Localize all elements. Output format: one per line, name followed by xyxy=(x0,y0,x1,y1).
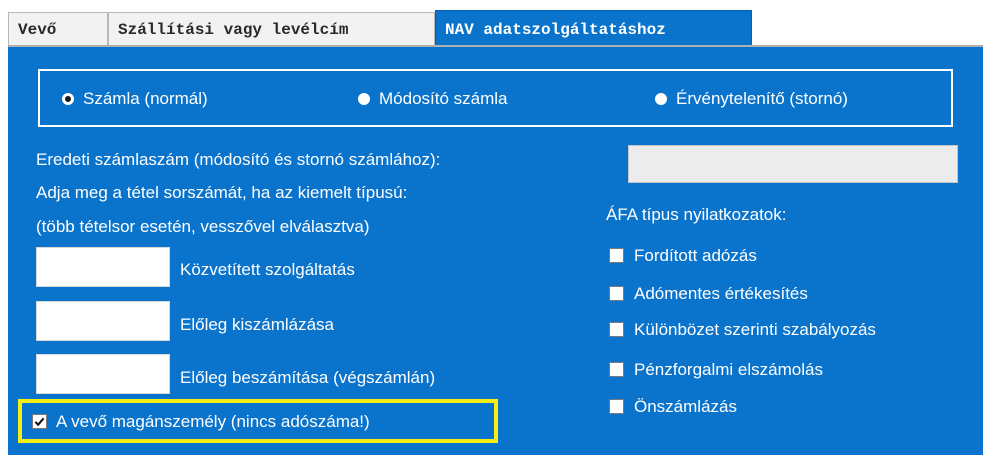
intermediated-service-label: Közvetített szolgáltatás xyxy=(180,260,355,279)
radio-invoice-normal[interactable]: Számla (normál) xyxy=(62,89,208,109)
margin-scheme-checkbox[interactable] xyxy=(609,322,624,337)
tab-strip: Vevő Szállítási vagy levélcím NAV adatsz… xyxy=(0,0,983,48)
advance-deduction-label: Előleg beszámítása (végszámlán) xyxy=(180,368,436,387)
reverse-charge-label: Fordított adózás xyxy=(634,246,757,265)
private-person-label: A vevő magánszemély (nincs adószáma!) xyxy=(56,412,370,431)
radio-invoice-modifying-label: Módosító számla xyxy=(379,89,508,108)
private-person-checkbox[interactable] xyxy=(32,414,47,429)
nav-data-panel: Számla (normál) Módosító számla Érvényte… xyxy=(8,47,983,455)
exempt-supply-checkbox[interactable] xyxy=(609,286,624,301)
radio-dot-icon xyxy=(655,93,667,105)
tab-nav-data[interactable]: NAV adatszolgáltatáshoz xyxy=(435,10,752,48)
reverse-charge-checkbox[interactable] xyxy=(609,248,624,263)
radio-invoice-cancelling[interactable]: Érvénytelenítő (stornó) xyxy=(655,89,848,109)
item-instructions-line1: Adja meg a tétel sorszámát, ha az kiemel… xyxy=(36,183,408,202)
self-billing-label: Önszámlázás xyxy=(634,397,737,416)
radio-invoice-normal-label: Számla (normál) xyxy=(83,89,208,108)
original-invoice-input[interactable] xyxy=(628,145,958,183)
radio-dot-icon xyxy=(62,93,74,105)
radio-invoice-modifying[interactable]: Módosító számla xyxy=(358,89,508,109)
advance-invoicing-label: Előleg kiszámlázása xyxy=(180,315,335,334)
tab-customer[interactable]: Vevő xyxy=(8,12,108,46)
intermediated-service-input[interactable] xyxy=(36,247,170,287)
advance-invoicing-input[interactable] xyxy=(36,301,170,341)
cash-accounting-label: Pénzforgalmi elszámolás xyxy=(634,360,823,379)
advance-deduction-input[interactable] xyxy=(36,354,170,394)
cash-accounting-checkbox[interactable] xyxy=(609,362,624,377)
vat-declarations-title: ÁFA típus nyilatkozatok: xyxy=(606,205,787,224)
checkmark-icon xyxy=(34,417,45,427)
radio-dot-icon xyxy=(358,93,370,105)
original-invoice-label: Eredeti számlaszám (módosító és stornó s… xyxy=(36,150,441,169)
radio-invoice-cancelling-label: Érvénytelenítő (stornó) xyxy=(676,89,848,108)
tab-shipping-address[interactable]: Szállítási vagy levélcím xyxy=(108,12,435,46)
item-instructions-line2: (több tételsor esetén, vesszővel elválas… xyxy=(36,217,370,236)
invoice-type-group: Számla (normál) Módosító számla Érvényte… xyxy=(38,69,953,127)
margin-scheme-label: Különbözet szerinti szabályozás xyxy=(634,320,876,339)
exempt-supply-label: Adómentes értékesítés xyxy=(634,284,808,303)
self-billing-checkbox[interactable] xyxy=(609,399,624,414)
